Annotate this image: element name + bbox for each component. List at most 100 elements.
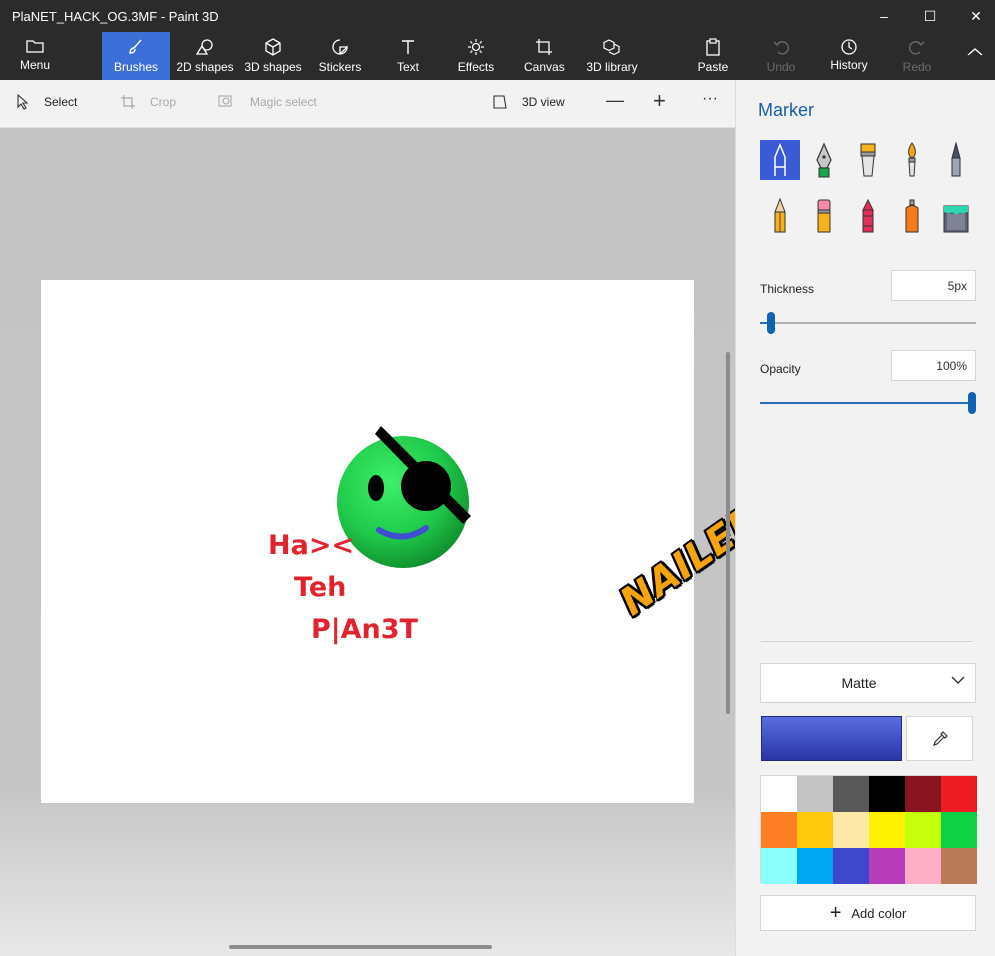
- text-tab[interactable]: Text: [392, 32, 424, 80]
- color-swatch[interactable]: [761, 812, 797, 848]
- color-swatch[interactable]: [833, 812, 869, 848]
- thickness-slider-track[interactable]: [760, 322, 976, 324]
- crop-button[interactable]: Crop: [120, 94, 176, 110]
- window-title: PlaNET_HACK_OG.3MF - Paint 3D: [12, 9, 219, 24]
- brushes-tab[interactable]: Brushes: [102, 32, 170, 80]
- color-swatch[interactable]: [869, 848, 905, 884]
- fill-brush[interactable]: [936, 196, 976, 236]
- color-swatch[interactable]: [833, 776, 869, 812]
- panel-title: Marker: [758, 100, 815, 120]
- calligraphy-pen-brush[interactable]: [804, 140, 844, 180]
- add-color-button[interactable]: + Add color: [760, 895, 976, 931]
- color-swatch[interactable]: [941, 848, 977, 884]
- redo-button[interactable]: Redo: [900, 32, 934, 80]
- ribbon: Menu Brushes 2D shapes 3D shapes Sticker…: [0, 32, 995, 80]
- undo-icon: [764, 32, 798, 56]
- color-swatch[interactable]: [761, 776, 797, 812]
- magic-select-icon: [218, 95, 232, 107]
- canvas-toolbar: Select Crop Magic select 3D view — + ···: [0, 80, 735, 128]
- horizontal-scrollbar[interactable]: [229, 945, 492, 949]
- folder-icon: [12, 32, 58, 56]
- thickness-label: Thickness: [760, 282, 815, 296]
- cube-icon: [244, 32, 302, 56]
- spray-can-brush[interactable]: [892, 196, 932, 236]
- canvas-tab[interactable]: Canvas: [524, 32, 565, 80]
- chevron-down-icon: [951, 673, 965, 690]
- opacity-slider-thumb[interactable]: [968, 392, 976, 414]
- color-swatch[interactable]: [797, 776, 833, 812]
- eraser-brush[interactable]: [804, 196, 844, 236]
- 3d-shapes-tab[interactable]: 3D shapes: [244, 32, 302, 80]
- thickness-input[interactable]: 5px: [891, 270, 976, 301]
- watercolor-brush[interactable]: [892, 140, 932, 180]
- color-swatch[interactable]: [797, 812, 833, 848]
- drawing-canvas[interactable]: Ha>< Teh P|An3T: [41, 280, 694, 803]
- maximize-button[interactable]: ☐: [907, 0, 953, 32]
- 2d-shapes-icon: [176, 32, 234, 56]
- plus-icon: +: [829, 902, 842, 924]
- fill-icon: [943, 205, 969, 233]
- sun-icon: [457, 32, 495, 56]
- thickness-slider-thumb[interactable]: [767, 312, 775, 334]
- pencil-brush[interactable]: [760, 196, 800, 236]
- canvas-icon: [524, 32, 564, 56]
- color-palette: [760, 775, 977, 884]
- clipboard-icon: [696, 32, 730, 56]
- opacity-input[interactable]: 100%: [891, 350, 976, 381]
- color-swatch[interactable]: [905, 812, 941, 848]
- 3d-view-icon: [493, 95, 507, 109]
- zoom-in-button[interactable]: +: [653, 88, 666, 114]
- opacity-label: Opacity: [760, 362, 801, 376]
- color-swatch[interactable]: [941, 776, 977, 812]
- pencil-icon: [774, 198, 786, 233]
- pixel-pen-icon: [951, 142, 961, 177]
- 3d-view-button[interactable]: 3D view: [492, 94, 565, 110]
- history-button[interactable]: History: [828, 32, 870, 80]
- color-swatch[interactable]: [869, 776, 905, 812]
- vertical-scrollbar[interactable]: [726, 352, 730, 714]
- effects-tab[interactable]: Effects: [457, 32, 495, 80]
- text-icon: [392, 32, 424, 56]
- spray-can-icon: [905, 199, 919, 233]
- eraser-icon: [817, 199, 831, 233]
- stickers-tab[interactable]: Stickers: [318, 32, 362, 80]
- brush-icon: [102, 32, 170, 56]
- menu-button[interactable]: Menu: [12, 32, 58, 80]
- collapse-ribbon-button[interactable]: [962, 32, 988, 80]
- 3d-library-tab[interactable]: 3D library: [585, 32, 639, 80]
- history-icon: [828, 32, 870, 56]
- title-bar: PlaNET_HACK_OG.3MF - Paint 3D – ☐ ✕: [0, 0, 995, 32]
- marker-brush[interactable]: [760, 140, 800, 180]
- library-icon: [585, 32, 639, 56]
- finish-dropdown[interactable]: Matte: [760, 663, 976, 703]
- workspace[interactable]: Ha>< Teh P|An3T NAILED IT!!: [0, 128, 847, 956]
- pixel-pen-brush[interactable]: [936, 140, 976, 180]
- eyedropper-button[interactable]: [906, 716, 973, 761]
- color-swatch[interactable]: [797, 848, 833, 884]
- watercolor-icon: [908, 142, 916, 177]
- color-swatch[interactable]: [941, 812, 977, 848]
- color-swatch[interactable]: [761, 848, 797, 884]
- undo-button[interactable]: Undo: [764, 32, 798, 80]
- opacity-slider-fill[interactable]: [760, 402, 972, 404]
- canvas-text-line-1[interactable]: Ha><: [268, 530, 354, 561]
- color-swatch[interactable]: [869, 812, 905, 848]
- sticker-icon: [318, 32, 362, 56]
- magic-select-button[interactable]: Magic select: [218, 94, 317, 110]
- paste-button[interactable]: Paste: [696, 32, 730, 80]
- crayon-brush[interactable]: [848, 196, 888, 236]
- canvas-text-line-3[interactable]: P|An3T: [311, 614, 418, 645]
- close-button[interactable]: ✕: [953, 0, 995, 32]
- zoom-out-button[interactable]: —: [606, 90, 624, 111]
- color-swatch[interactable]: [833, 848, 869, 884]
- canvas-text-line-2[interactable]: Teh: [294, 572, 346, 603]
- select-button[interactable]: Select: [16, 94, 77, 110]
- more-options-button[interactable]: ···: [702, 90, 718, 108]
- color-swatch[interactable]: [905, 848, 941, 884]
- 2d-shapes-tab[interactable]: 2D shapes: [176, 32, 234, 80]
- current-color-swatch[interactable]: [761, 716, 902, 761]
- color-swatch[interactable]: [905, 776, 941, 812]
- oil-brush-icon: [860, 143, 876, 177]
- oil-brush[interactable]: [848, 140, 888, 180]
- minimize-button[interactable]: –: [861, 0, 907, 32]
